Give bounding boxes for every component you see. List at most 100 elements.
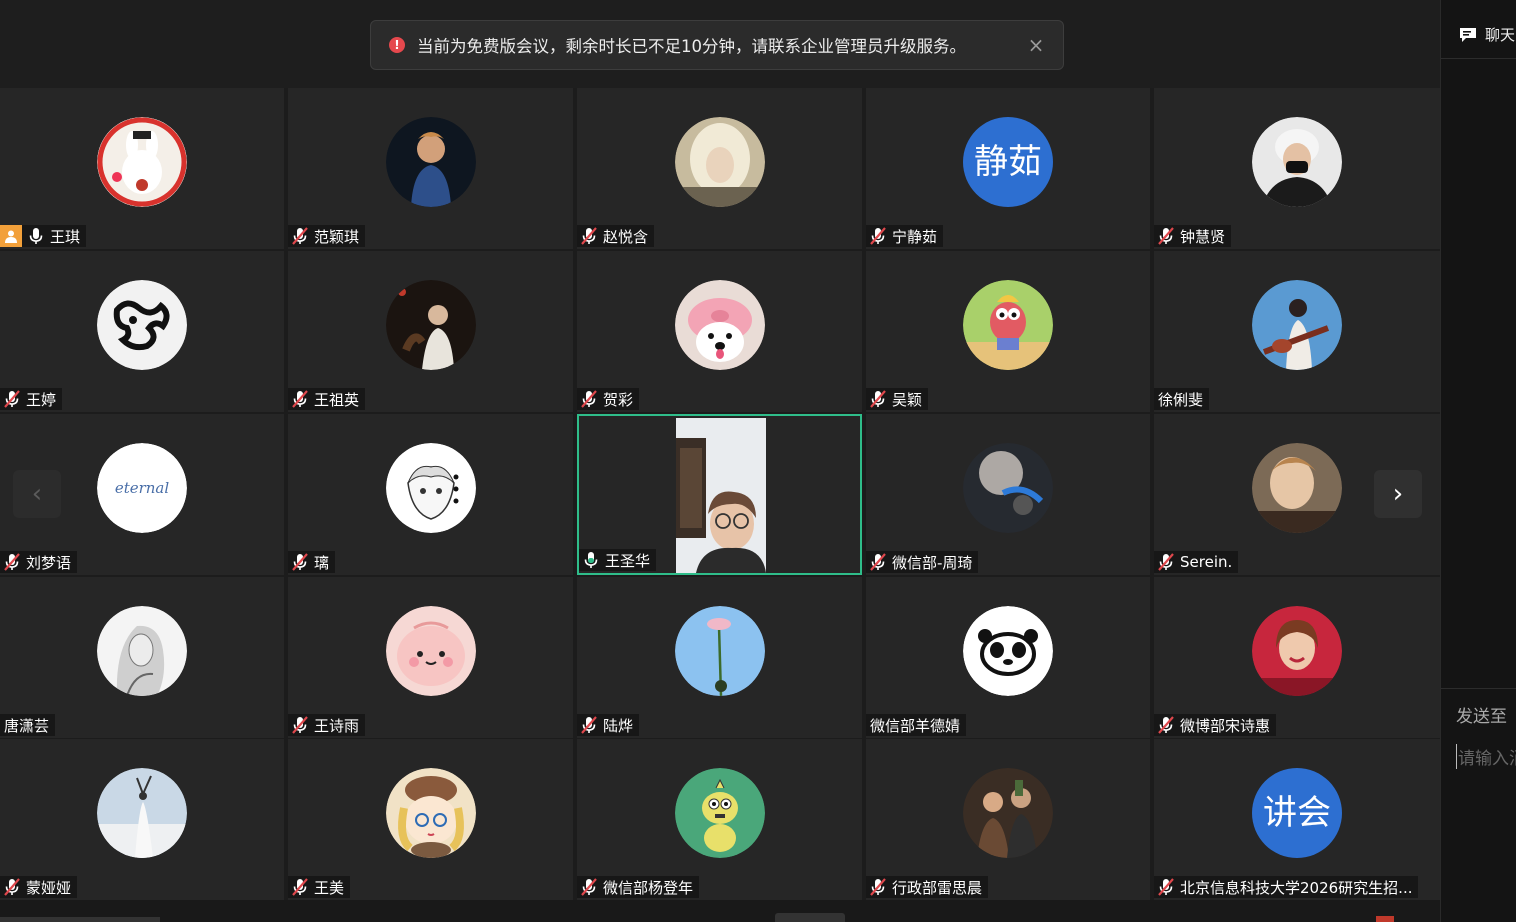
mic-muted-icon[interactable] — [870, 553, 886, 571]
toolbar-item[interactable] — [1376, 916, 1394, 922]
avatar-photo-dark — [385, 280, 476, 370]
participant-name: 陆烨 — [603, 716, 634, 735]
tab-chat-label: 聊天 — [1485, 26, 1516, 44]
participant-name-label: 王圣华 — [579, 549, 657, 571]
participant-name-label: 徐俐斐 — [1154, 388, 1210, 410]
participant-tile[interactable]: 徐俐斐 — [1154, 251, 1440, 412]
mic-muted-icon[interactable] — [1158, 553, 1174, 571]
avatar-photo-red — [1252, 606, 1342, 696]
participant-name-label: 王祖英 — [288, 388, 366, 410]
participant-tile[interactable]: 璃 — [288, 414, 573, 575]
avatar-photo-light — [963, 443, 1053, 533]
participant-tile[interactable]: 王圣华 — [577, 414, 862, 575]
mic-muted-icon[interactable] — [581, 390, 597, 408]
participant-name: 王琪 — [50, 227, 81, 246]
avatar-photo-selfie — [1252, 443, 1342, 533]
participant-name: 王诗雨 — [314, 716, 360, 735]
avatar-photo-dancer — [97, 768, 187, 858]
mic-muted-icon[interactable] — [870, 227, 886, 245]
participant-tile[interactable]: 陆烨 — [577, 577, 862, 738]
mic-on-icon[interactable] — [583, 551, 599, 569]
avatar-sky-flower — [674, 606, 765, 696]
participant-tile[interactable]: 王琪 — [0, 88, 284, 249]
participant-tile[interactable]: 范颖琪 — [288, 88, 573, 249]
participant-name: 行政部雷思晨 — [892, 878, 983, 897]
participant-name: 唐潇芸 — [4, 716, 50, 735]
participant-tile[interactable]: 钟慧贤 — [1154, 88, 1440, 249]
participant-name: 微信部-周琦 — [892, 553, 973, 572]
participant-tile[interactable]: 王美 — [288, 739, 573, 900]
participant-name: 王美 — [314, 878, 345, 897]
mic-muted-icon[interactable] — [292, 553, 308, 571]
toolbar-item[interactable] — [775, 913, 845, 922]
participant-name: 王婷 — [26, 390, 57, 409]
close-icon[interactable]: × — [1025, 35, 1047, 55]
mic-muted-icon[interactable] — [870, 878, 886, 896]
mic-muted-icon[interactable] — [581, 716, 597, 734]
mic-muted-icon[interactable] — [870, 390, 886, 408]
participant-name-label: 陆烨 — [577, 714, 640, 736]
mic-muted-icon[interactable] — [4, 553, 20, 571]
participant-name: 王圣华 — [605, 551, 651, 570]
bottom-toolbar — [0, 900, 1440, 922]
participant-tile[interactable]: 微信部-周琦 — [866, 414, 1150, 575]
participant-name: 璃 — [314, 553, 330, 572]
participant-tile[interactable]: 王祖英 — [288, 251, 573, 412]
participant-name-label: 吴颖 — [866, 388, 929, 410]
next-page-button[interactable]: › — [1374, 470, 1422, 518]
participant-name-label: 北京信息科技大学2026研究生招... — [1154, 876, 1419, 898]
chat-icon — [1460, 27, 1476, 42]
mic-muted-icon[interactable] — [1158, 716, 1174, 734]
mic-muted-icon[interactable] — [292, 390, 308, 408]
participant-name-label: Serein. — [1154, 551, 1239, 573]
participant-tile[interactable]: 吴颖 — [866, 251, 1150, 412]
mic-muted-icon[interactable] — [4, 878, 20, 896]
divider — [1441, 58, 1516, 59]
mic-muted-icon[interactable] — [292, 716, 308, 734]
participant-tile[interactable]: 静茹 宁静茹 — [866, 88, 1150, 249]
mic-muted-icon[interactable] — [292, 878, 308, 896]
chat-input[interactable]: 请输入消息 — [1456, 744, 1516, 769]
participant-tile[interactable]: 贺彩 — [577, 251, 862, 412]
mic-muted-icon[interactable] — [4, 390, 20, 408]
svg-text:eternal: eternal — [115, 479, 170, 497]
mic-on-icon[interactable] — [28, 227, 44, 245]
avatar-eternal-text: eternal — [97, 443, 187, 533]
participant-tile[interactable]: 微信部羊德婧 — [866, 577, 1150, 738]
avatar-anime-sketch — [385, 443, 476, 533]
avatar-cartoon-fish — [963, 280, 1053, 370]
participant-tile[interactable]: 王婷 — [0, 251, 284, 412]
participant-tile[interactable]: 唐潇芸 — [0, 577, 284, 738]
mic-muted-icon[interactable] — [292, 227, 308, 245]
host-badge-icon — [0, 225, 22, 247]
prev-page-button[interactable]: ‹ — [13, 470, 61, 518]
participant-name-label: 王诗雨 — [288, 714, 366, 736]
avatar-photo-man — [385, 117, 476, 207]
mic-muted-icon[interactable] — [1158, 878, 1174, 896]
avatar-bunny — [97, 117, 187, 207]
avatar-sketch-girl — [97, 606, 187, 696]
participant-tile[interactable]: 行政部雷思晨 — [866, 739, 1150, 900]
participant-name: 赵悦含 — [603, 227, 649, 246]
participant-tile[interactable]: 赵悦含 — [577, 88, 862, 249]
participant-name: 贺彩 — [603, 390, 634, 409]
send-to-selector[interactable]: 发送至 — [1456, 702, 1507, 727]
participant-name: 钟慧贤 — [1180, 227, 1226, 246]
tab-chat[interactable]: 聊天 — [1459, 24, 1515, 45]
participant-tile[interactable]: 讲会 北京信息科技大学2026研究生招... — [1154, 739, 1440, 900]
toolbar-item[interactable] — [0, 917, 160, 922]
avatar-initials: 静茹 — [963, 117, 1053, 207]
participant-name-label: 赵悦含 — [577, 225, 655, 247]
mic-muted-icon[interactable] — [581, 227, 597, 245]
participant-tile[interactable]: 蒙娅娅 — [0, 739, 284, 900]
participant-tile[interactable]: 微信部杨登年 — [577, 739, 862, 900]
mic-muted-icon[interactable] — [581, 878, 597, 896]
participant-name-label: 行政部雷思晨 — [866, 876, 989, 898]
participant-name-label: 王琪 — [0, 225, 87, 247]
participant-name: 微信部杨登年 — [603, 878, 694, 897]
mic-muted-icon[interactable] — [1158, 227, 1174, 245]
notice-message: 当前为免费版会议，剩余时长已不足10分钟，请联系企业管理员升级服务。 — [417, 37, 966, 56]
participant-name: 吴颖 — [892, 390, 923, 409]
participant-tile[interactable]: 微博部宋诗惠 — [1154, 577, 1440, 738]
participant-tile[interactable]: 王诗雨 — [288, 577, 573, 738]
